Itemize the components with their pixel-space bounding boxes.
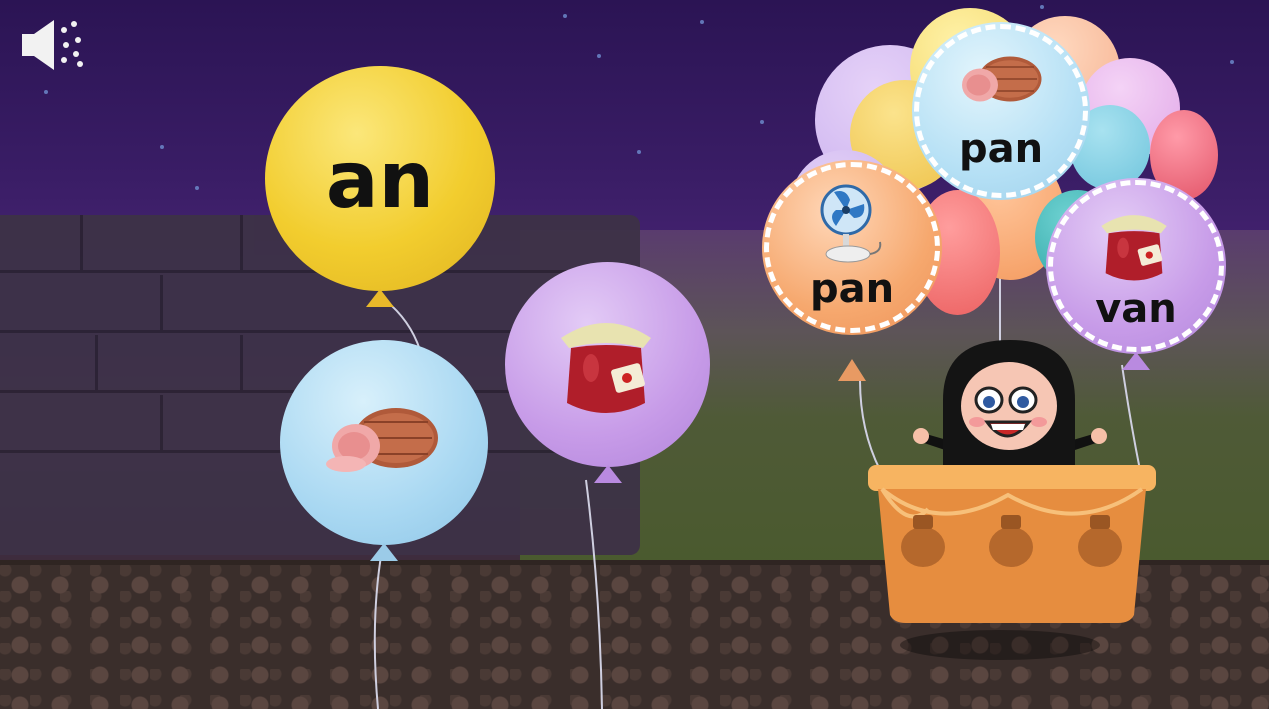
ham-icon: [962, 56, 1042, 102]
balloon-word-label: pan: [958, 126, 1044, 172]
fan-icon: [820, 184, 882, 263]
ham-icon: [326, 408, 438, 472]
ham-balloon[interactable]: [280, 340, 488, 561]
target-word-label: an: [325, 136, 435, 226]
balloon-word-label: pan: [809, 266, 895, 312]
basket-shadow: [900, 630, 1100, 660]
hot-air-basket: [868, 465, 1156, 623]
jam-balloon[interactable]: [505, 262, 710, 483]
jam-jar-icon: [1101, 215, 1167, 281]
jam-jar-icon: [561, 323, 651, 413]
game-scene: an pan pan van: [0, 0, 1269, 709]
balloon-word-label: van: [1095, 286, 1177, 332]
word-balloon-pan-ham[interactable]: pan: [912, 22, 1090, 200]
target-word-balloon: an: [265, 66, 495, 307]
word-balloon-pan-fan[interactable]: pan: [762, 160, 942, 381]
word-balloon-van-jam[interactable]: van: [1046, 178, 1226, 370]
character: [913, 340, 1107, 470]
